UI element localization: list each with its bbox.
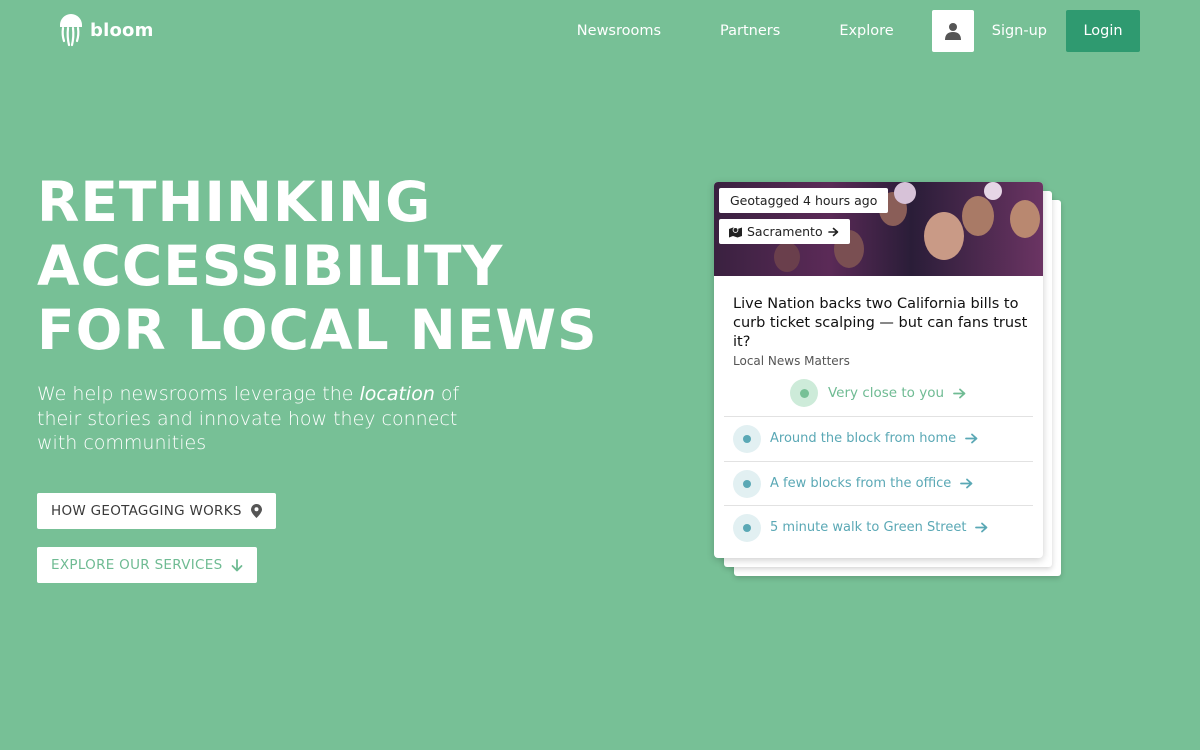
location-label: A few blocks from the office <box>770 476 952 491</box>
arrow-right-icon <box>960 478 973 489</box>
user-account-button[interactable] <box>931 10 974 52</box>
primary-location-label: Very close to you <box>828 385 945 401</box>
story-card[interactable]: Geotagged 4 hours ago Sacramento Live Na… <box>714 182 1043 558</box>
hero-title-line-2: ACCESSIBILITY <box>37 234 504 298</box>
hero-subtitle-emphasis: location <box>359 383 435 405</box>
location-dot-icon <box>733 469 761 498</box>
jellyfish-logo-icon <box>60 14 82 47</box>
explore-services-button[interactable]: EXPLORE OUR SERVICES <box>37 547 258 583</box>
location-dot-icon <box>733 513 761 542</box>
hero-title-line-1: RETHINKING <box>37 170 432 234</box>
explore-services-label: EXPLORE OUR SERVICES <box>51 557 223 573</box>
nav-explore[interactable]: Explore <box>839 23 893 39</box>
story-headline[interactable]: Live Nation backs two California bills t… <box>733 295 1033 352</box>
map-pin-icon <box>250 504 262 518</box>
signup-link[interactable]: Sign-up <box>992 23 1047 39</box>
hero-subtitle: We help newsrooms leverage the location … <box>37 382 487 456</box>
main-nav: Newsrooms Partners Explore Sign-up Login <box>577 10 1140 52</box>
user-icon <box>944 23 961 40</box>
location-label: 5 minute walk to Green Street <box>770 520 967 535</box>
arrow-down-icon <box>231 558 243 572</box>
hero-subtitle-before: We help newsrooms leverage the <box>37 383 360 405</box>
location-row[interactable]: Around the block from home <box>724 416 1033 460</box>
logo-text: bloom <box>90 19 154 41</box>
arrow-right-icon <box>965 433 978 444</box>
hero-title-line-3: FOR LOCAL NEWS <box>37 298 598 362</box>
how-geotagging-works-label: HOW GEOTAGGING WORKS <box>51 503 242 519</box>
city-tag-button[interactable]: Sacramento <box>719 219 850 244</box>
location-dot-icon <box>790 379 818 407</box>
location-dot-icon <box>733 424 761 453</box>
nav-partners[interactable]: Partners <box>720 23 780 39</box>
primary-location-link[interactable]: Very close to you <box>790 379 966 407</box>
login-button[interactable]: Login <box>1066 10 1140 52</box>
nav-newsrooms[interactable]: Newsrooms <box>577 23 661 39</box>
story-source: Local News Matters <box>733 354 850 368</box>
how-geotagging-works-button[interactable]: HOW GEOTAGGING WORKS <box>37 493 276 529</box>
city-tag-label: Sacramento <box>747 224 823 239</box>
arrow-right-icon <box>953 388 966 399</box>
geotag-time-badge: Geotagged 4 hours ago <box>719 188 889 213</box>
arrow-right-icon <box>975 522 988 533</box>
location-row[interactable]: A few blocks from the office <box>724 461 1033 505</box>
location-label: Around the block from home <box>770 431 957 446</box>
map-icon <box>729 226 742 238</box>
hero-title: RETHINKING ACCESSIBILITY FOR LOCAL NEWS <box>37 170 657 362</box>
arrow-right-icon <box>827 227 839 237</box>
logo[interactable]: bloom <box>58 13 154 47</box>
location-row[interactable]: 5 minute walk to Green Street <box>724 505 1033 549</box>
site-header: bloom Newsrooms Partners Explore Sign-up… <box>0 0 1200 62</box>
